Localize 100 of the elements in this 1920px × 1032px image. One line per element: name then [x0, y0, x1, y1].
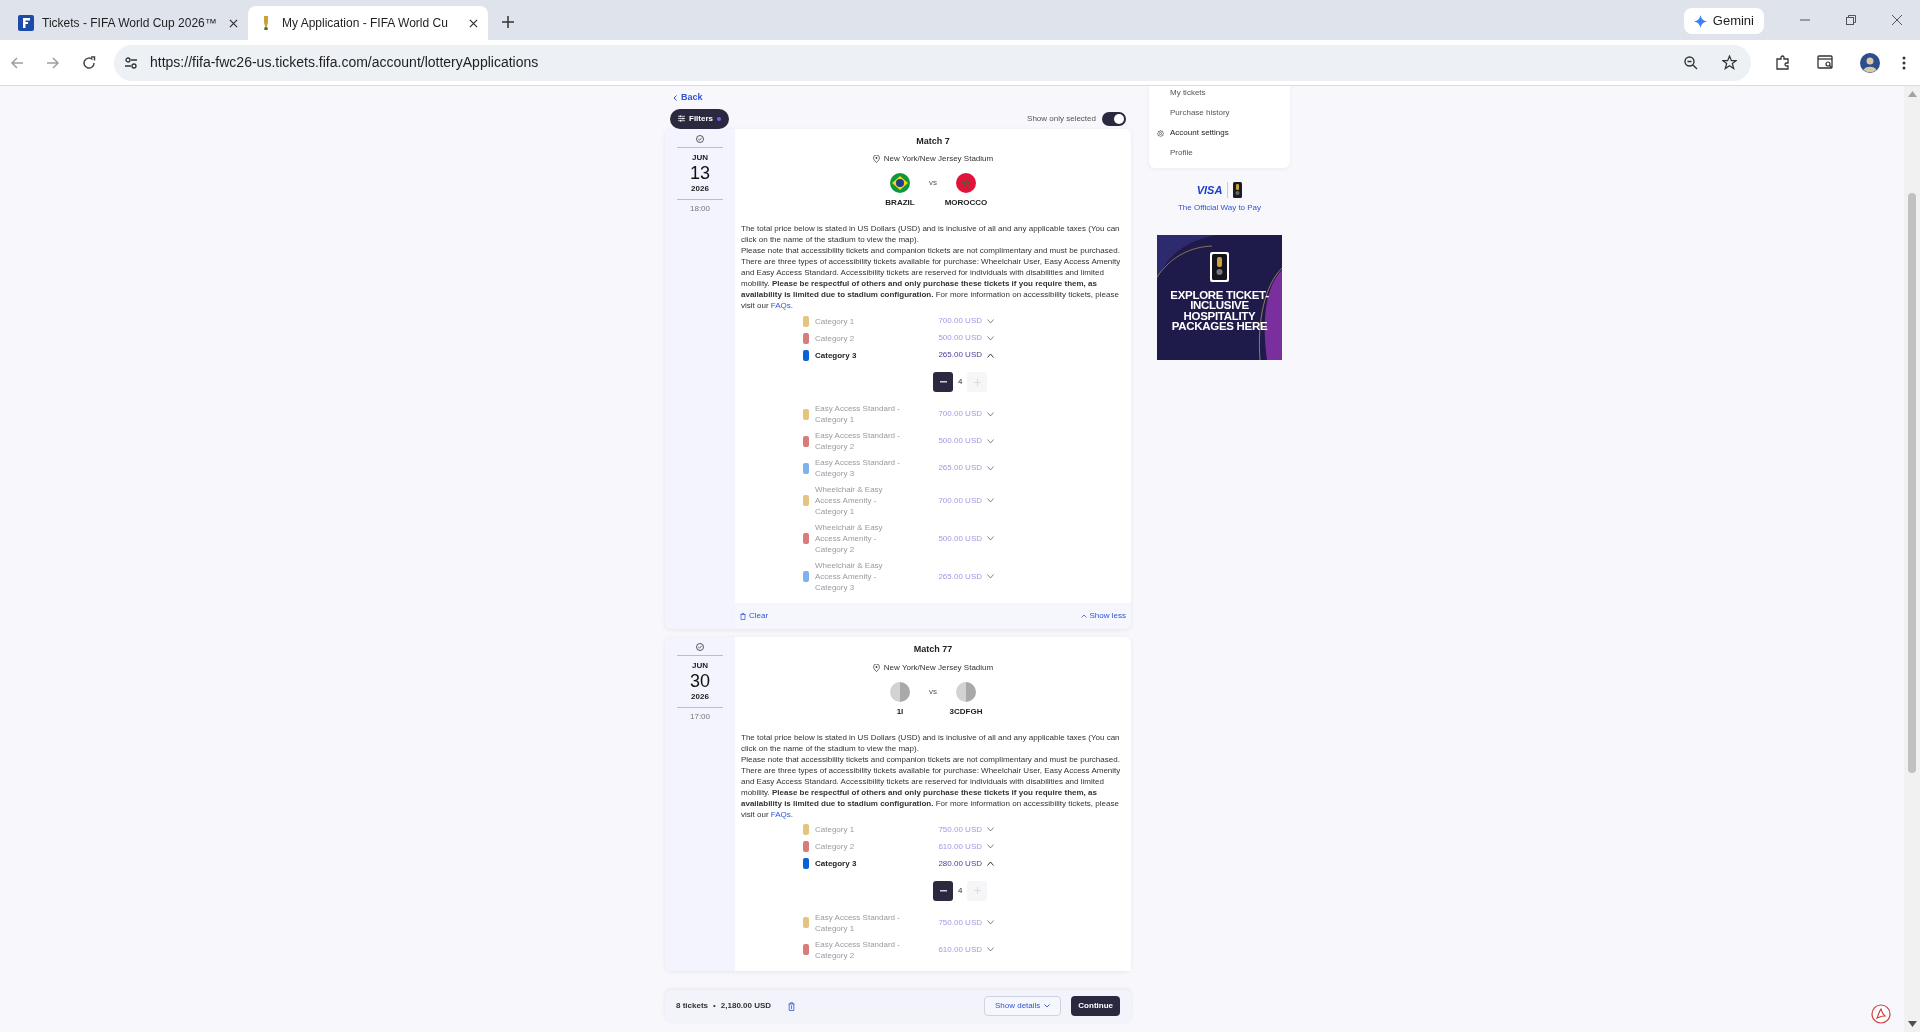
- show-less-button[interactable]: Show less: [1080, 610, 1126, 622]
- filters-button[interactable]: Filters: [670, 108, 729, 129]
- category-name: Easy Access Standard - Category 3: [815, 457, 901, 479]
- faq-link[interactable]: FAQs: [770, 301, 791, 310]
- ticket-count: 8 tickets: [676, 1000, 709, 1012]
- show-only-selected-toggle[interactable]: [1102, 111, 1126, 126]
- promo-banner[interactable]: EXPLORE TICKET-INCLUSIVE HOSPITALITY PACKAGES HERE: [1157, 234, 1282, 360]
- scrollbar[interactable]: [1904, 86, 1920, 1032]
- quantity-value: 4: [958, 884, 963, 897]
- team-placeholder-icon: [956, 681, 976, 702]
- back-link[interactable]: Back: [673, 91, 703, 105]
- date-month: JUN: [692, 151, 708, 164]
- extensions-icon[interactable]: [1775, 54, 1791, 71]
- quantity-value: 4: [958, 376, 963, 388]
- forward-icon[interactable]: [46, 55, 60, 70]
- decrease-button[interactable]: [933, 880, 953, 901]
- faq-link[interactable]: FAQs: [770, 809, 791, 819]
- account-menu-item[interactable]: Purchase history: [1157, 107, 1290, 119]
- chevron-down-icon[interactable]: [987, 844, 994, 849]
- chevron-down-icon[interactable]: [987, 827, 994, 832]
- chevron-down-icon[interactable]: [987, 947, 994, 952]
- restore-icon[interactable]: [1846, 15, 1856, 25]
- scrollbar-thumb[interactable]: [1908, 193, 1916, 773]
- category-price: 500.00 USD: [937, 332, 982, 344]
- category-price: 750.00 USD: [937, 823, 982, 836]
- team-placeholder-icon: [890, 681, 910, 702]
- chevron-down-icon[interactable]: [987, 411, 994, 417]
- venue-link[interactable]: New York/New Jersey Stadium: [883, 661, 994, 674]
- category-name: Category 2: [815, 332, 856, 344]
- chevron-left-icon: [673, 94, 677, 101]
- sliders-icon: [678, 115, 685, 122]
- account-menu-item[interactable]: Account settings: [1157, 127, 1290, 139]
- account-menu-item[interactable]: My tickets: [1157, 87, 1290, 99]
- tab-search-icon[interactable]: [1817, 55, 1834, 70]
- chevron-down-icon[interactable]: [987, 536, 994, 541]
- chevron-down-icon[interactable]: [987, 920, 994, 925]
- url-text: https://fifa-fwc26-us.tickets.fifa.com/account/lotteryApplications: [150, 53, 540, 72]
- chevron-up-icon[interactable]: [987, 861, 994, 866]
- browser-tab[interactable]: Tickets - FIFA World Cup 2026™: [8, 6, 248, 40]
- chevron-down-icon[interactable]: [987, 318, 994, 324]
- category-price: 750.00 USD: [937, 916, 982, 929]
- date-day: 13: [690, 163, 710, 183]
- date-year: 2026: [691, 691, 709, 703]
- location-pin-icon: [872, 155, 880, 163]
- category-price: 265.00 USD: [937, 349, 982, 361]
- settings-icon: [1157, 129, 1164, 137]
- zoom-icon[interactable]: [1684, 55, 1698, 70]
- site-settings-icon[interactable]: [124, 55, 138, 70]
- back-icon[interactable]: [10, 55, 24, 70]
- new-tab-icon[interactable]: [502, 16, 514, 28]
- pdf-tool-icon[interactable]: [1871, 1004, 1891, 1024]
- team-name: 1I: [896, 705, 904, 718]
- chevron-down-icon[interactable]: [987, 335, 994, 341]
- profile-avatar-icon[interactable]: [1860, 52, 1880, 73]
- continue-button[interactable]: Continue: [1071, 996, 1120, 1016]
- trash-icon[interactable]: [788, 1001, 796, 1011]
- team-name: MOROCCO: [944, 197, 988, 209]
- bookmark-star-icon[interactable]: [1722, 55, 1737, 70]
- category-price: 610.00 USD: [937, 943, 982, 956]
- versus-text: vs: [929, 685, 937, 698]
- chevron-down-icon[interactable]: [987, 574, 994, 579]
- flag-icon: [956, 173, 976, 193]
- category-name: Category 2: [815, 841, 856, 852]
- plus-icon: [973, 887, 981, 894]
- chevron-up-icon[interactable]: [987, 352, 994, 358]
- category-name: Wheelchair & Easy Access Amenity - Category 1: [815, 484, 884, 517]
- category-name: Category 1: [815, 824, 856, 835]
- browser-tab[interactable]: My Application - FIFA World Cu: [248, 6, 488, 40]
- close-tab-icon[interactable]: [469, 18, 478, 28]
- category-price: 265.00 USD: [937, 462, 982, 474]
- gemini-button[interactable]: Gemini: [1683, 8, 1764, 34]
- category-price: 280.00 USD: [937, 857, 982, 870]
- notice-text: The total price below is stated in US Dollars (USD) and is inclusive of all and any applicable taxes (You can click on the name of the stadium to view the map).: [741, 223, 1121, 245]
- clear-button[interactable]: Clear: [740, 610, 769, 622]
- scroll-down-icon[interactable]: [1907, 1021, 1917, 1027]
- active-filter-dot-icon: [717, 116, 721, 121]
- notice-text: The total price below is stated in US Dollars (USD) and is inclusive of all and any applicable taxes (You can click on the name of the stadium to view the map).: [741, 731, 1121, 754]
- decrease-button[interactable]: [933, 372, 953, 392]
- chevron-down-icon[interactable]: [987, 498, 994, 503]
- account-menu-item[interactable]: Profile: [1157, 147, 1290, 159]
- trash-icon: [740, 612, 746, 620]
- chevron-down-icon[interactable]: [987, 438, 994, 444]
- menu-icon[interactable]: [1902, 55, 1906, 70]
- reload-icon[interactable]: [82, 55, 96, 70]
- category-price: 700.00 USD: [937, 315, 982, 327]
- category-price: 700.00 USD: [937, 408, 982, 420]
- address-bar[interactable]: https://fifa-fwc26-us.tickets.fifa.com/account/lotteryApplications: [114, 44, 1751, 81]
- category-name: Category 3: [815, 349, 858, 361]
- close-window-icon[interactable]: [1892, 15, 1902, 25]
- date-day: 30: [690, 672, 710, 691]
- category-name: Easy Access Standard - Category 1: [815, 911, 901, 934]
- venue-link[interactable]: New York/New Jersey Stadium: [883, 153, 994, 165]
- notice-text: Please note that accessibility tickets and companion tickets are not complimentary and must be purchased. There are three types of accessibility tickets available for purchase: Wheelchair User, Easy Access Amenity and Easy Access Standard. Accessibility tickets are reserved for individuals with disabilities and limited mobility. Please be respectful of others and only purchase these tickets if you require them, as availability is limited due to stadium configuration. For more information on accessibility tickets, please visit our FAQs.: [741, 753, 1122, 820]
- scroll-up-icon[interactable]: [1907, 91, 1917, 97]
- show-details-button[interactable]: Show details: [983, 996, 1062, 1016]
- separator-dot: •: [713, 1000, 716, 1012]
- check-circle-icon: [696, 643, 704, 651]
- close-tab-icon[interactable]: [229, 18, 238, 28]
- chevron-down-icon[interactable]: [987, 465, 994, 471]
- sparkle-icon: [1693, 14, 1707, 28]
